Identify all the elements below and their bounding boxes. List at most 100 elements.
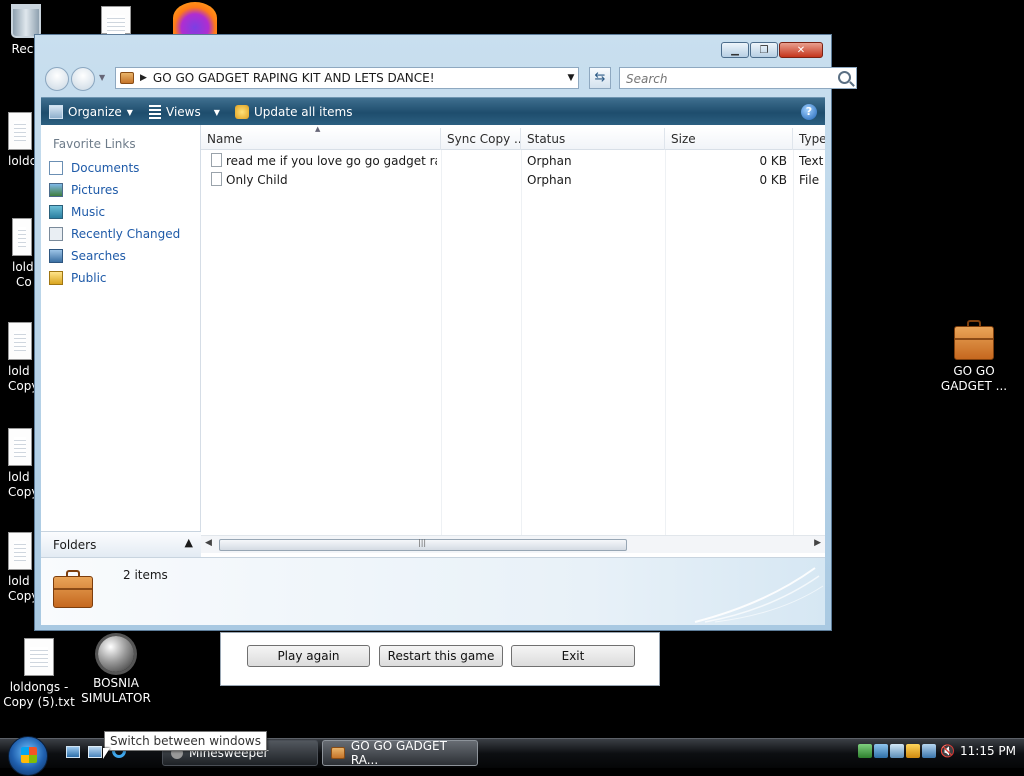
address-bar[interactable]: ▶ GO GO GADGET RAPING KIT AND LETS DANCE… [115, 67, 579, 89]
forward-button[interactable] [71, 67, 95, 91]
address-path: GO GO GADGET RAPING KIT AND LETS DANCE! [152, 71, 435, 85]
help-icon[interactable]: ? [801, 104, 817, 120]
column-header-name[interactable]: Name [201, 128, 441, 150]
desktop-file-1-label: loldc [8, 154, 37, 168]
briefcase-icon [53, 570, 93, 608]
mine-icon [98, 636, 134, 672]
column-header-status[interactable]: Status [521, 128, 665, 150]
tray-volume-muted-icon[interactable]: 🔇 [940, 744, 955, 758]
switch-windows-tooltip: Switch between windows [104, 731, 267, 751]
column-header-sync-copy[interactable]: Sync Copy ... [441, 128, 521, 150]
search-input[interactable] [624, 69, 828, 89]
desktop-file-1[interactable]: loldc [8, 112, 36, 169]
horizontal-scrollbar[interactable]: ◀ ||| ▶ [201, 535, 825, 553]
bosnia-simulator-desktop-icon[interactable]: BOSNIA SIMULATOR [76, 636, 156, 706]
row-sync [447, 152, 517, 171]
minimize-button[interactable]: ▁ [721, 42, 749, 58]
chevron-down-icon: ▼ [213, 107, 220, 117]
briefcase-desktop-icon[interactable]: GO GO GADGET ... [934, 318, 1014, 394]
file-list: ▲ Name Sync Copy ... Status Size Type re… [201, 125, 825, 557]
tray-network-icon[interactable] [874, 744, 888, 758]
desktop-file-2[interactable]: lold Co [12, 218, 34, 290]
refresh-button[interactable]: ⇆ [589, 67, 611, 89]
close-icon: ✕ [796, 44, 806, 56]
row-name: Only Child [226, 173, 288, 187]
sync-icon [235, 105, 249, 119]
column-header-size[interactable]: Size [665, 128, 793, 150]
maximize-button[interactable]: ❐ [750, 42, 778, 58]
restart-game-button[interactable]: Restart this game [379, 645, 503, 667]
row-name-cell: read me if you love go go gadget rapi... [211, 152, 437, 171]
item-count: 2 items [123, 568, 168, 582]
table-row[interactable]: Only Child Orphan 0 KB File [201, 171, 825, 190]
folders-label: Folders [53, 538, 97, 552]
show-desktop-icon[interactable] [66, 746, 80, 758]
tray-security-alert-icon[interactable] [906, 744, 920, 758]
text-file-icon [8, 428, 32, 466]
text-file-icon [211, 153, 222, 167]
command-bar: Organize ▼ Views ▼ Update all items ? [41, 97, 825, 125]
back-button[interactable] [45, 67, 69, 91]
briefcase-icon [954, 320, 994, 360]
column-separator [793, 150, 794, 535]
scroll-left-icon[interactable]: ◀ [205, 538, 212, 548]
row-type: Text [799, 154, 824, 168]
exit-button[interactable]: Exit [511, 645, 635, 667]
row-size: 0 KB [759, 154, 787, 168]
nav-item-music[interactable]: Music [49, 203, 105, 221]
chevron-up-icon: ▲ [184, 536, 193, 549]
nav-item-documents[interactable]: Documents [49, 159, 139, 177]
text-file-icon [24, 638, 54, 676]
breadcrumb-arrow-icon[interactable]: ▶ [140, 73, 147, 83]
row-size: 0 KB [759, 173, 787, 187]
pictures-icon [49, 183, 63, 197]
text-file-icon [8, 322, 32, 360]
table-row[interactable]: read me if you love go go gadget rapi...… [201, 152, 825, 171]
file-icon [211, 172, 222, 186]
column-separator [665, 150, 666, 535]
tray-sync-icon[interactable] [890, 744, 904, 758]
scroll-right-icon[interactable]: ▶ [814, 538, 821, 548]
music-icon [49, 205, 63, 219]
folders-toggle[interactable]: Folders ▲ [41, 531, 201, 557]
views-button[interactable]: Views ▼ [149, 98, 220, 126]
folder-icon [331, 747, 345, 759]
close-button[interactable]: ✕ [779, 42, 823, 58]
search-icon[interactable] [838, 71, 851, 84]
nav-item-label: Recently Changed [71, 227, 181, 241]
nav-item-searches[interactable]: Searches [49, 247, 126, 265]
start-button[interactable] [8, 736, 48, 776]
text-file-icon [8, 532, 32, 570]
taskbar-explorer[interactable]: GO GO GADGET RA... [322, 739, 478, 767]
text-file-icon [12, 218, 32, 256]
play-again-button[interactable]: Play again [247, 645, 370, 667]
nav-item-pictures[interactable]: Pictures [49, 181, 119, 199]
nav-item-label: Music [71, 205, 106, 219]
organize-label: Organize [68, 105, 122, 119]
tray-display-icon[interactable] [922, 744, 936, 758]
column-header-type[interactable]: Type [793, 128, 825, 150]
scrollbar-thumb[interactable]: ||| [219, 538, 627, 551]
bosnia-simulator-label: BOSNIA SIMULATOR [81, 676, 151, 705]
loldongs-txt-desktop-icon[interactable]: loldongs - Copy (5).txt [0, 638, 78, 710]
firefox-desktop-icon[interactable] [170, 2, 220, 38]
nav-item-recently-changed[interactable]: Recently Changed [49, 225, 180, 243]
search-box [619, 67, 857, 89]
favorite-links-title: Favorite Links [53, 137, 136, 151]
recent-pages-dropdown[interactable]: ▼ [99, 73, 105, 82]
text-file-icon [8, 112, 32, 150]
public-folder-icon [49, 271, 63, 285]
column-separator [441, 150, 442, 535]
row-name: read me if you love go go gadget rapi... [226, 154, 437, 168]
views-label: Views [166, 105, 201, 119]
organize-button[interactable]: Organize ▼ [49, 98, 133, 126]
taskbar-explorer-label: GO GO GADGET RA... [350, 739, 447, 767]
explorer-window: ▁ ❐ ✕ ▼ ▶ GO GO GADGET RAPING KIT AND LE… [34, 34, 857, 631]
nav-item-public[interactable]: Public [49, 269, 107, 287]
tray-people-icon[interactable] [858, 744, 872, 758]
update-all-items-button[interactable]: Update all items [235, 98, 352, 126]
address-dropdown-icon[interactable]: ▼ [564, 73, 578, 83]
taskbar-clock[interactable]: 11:15 PM [960, 744, 1016, 758]
briefcase-desktop-label: GO GO GADGET ... [940, 364, 1008, 393]
switch-windows-icon[interactable] [88, 746, 102, 758]
